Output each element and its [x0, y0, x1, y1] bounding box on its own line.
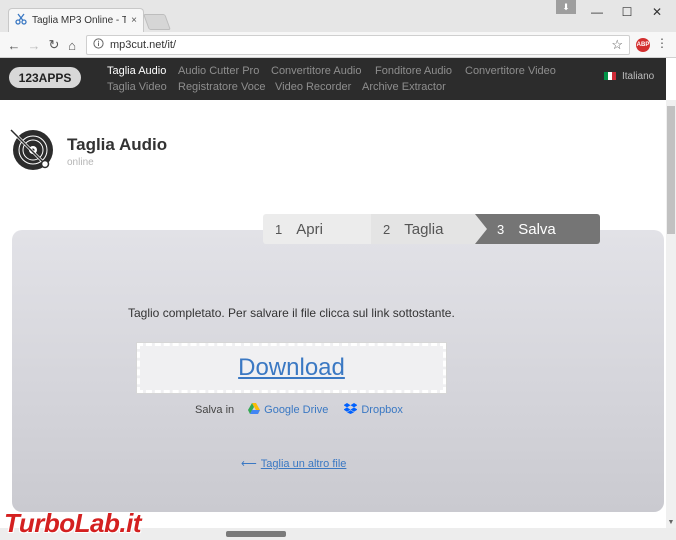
nav-link-taglia-video[interactable]: Taglia Video — [107, 81, 167, 93]
back-arrow-icon: ⟵ — [241, 458, 257, 470]
vertical-scrollbar-thumb[interactable] — [667, 106, 675, 234]
browser-menu-icon[interactable]: ⋮ — [656, 36, 668, 50]
forward-button[interactable]: → — [24, 35, 44, 55]
home-button[interactable]: ⌂ — [62, 35, 82, 55]
nav-link-registratore-voce[interactable]: Registratore Voce — [178, 81, 265, 93]
adblock-extension-icon[interactable]: ABP — [636, 38, 650, 52]
nav-link-fonditore-audio[interactable]: Fonditore Audio — [375, 65, 452, 77]
cut-another-file-link[interactable]: ⟵ Taglia un altro file — [241, 457, 347, 471]
nav-link-taglia-audio[interactable]: Taglia Audio — [107, 65, 166, 77]
tab-close-icon[interactable]: × — [131, 15, 137, 26]
step-indicator: 1 Apri 2 Taglia 3 Salva — [263, 214, 600, 244]
address-bar[interactable]: mp3cut.net/it/ ☆ — [86, 35, 630, 55]
download-box[interactable]: Download — [136, 342, 447, 394]
download-link[interactable]: Download — [238, 354, 345, 382]
site-header: 123APPS Taglia Audio Audio Cutter Pro Co… — [0, 58, 666, 100]
nav-link-convertitore-audio[interactable]: Convertitore Audio — [271, 65, 362, 77]
maximize-button[interactable]: ☐ — [612, 2, 642, 22]
scissors-icon — [15, 12, 27, 30]
step-taglia[interactable]: 2 Taglia — [371, 214, 491, 244]
profile-download-icon[interactable]: ⬇ — [556, 0, 576, 14]
step-number: 1 — [275, 221, 283, 237]
nav-link-archive-extractor[interactable]: Archive Extractor — [362, 81, 446, 93]
nav-link-convertitore-video[interactable]: Convertitore Video — [465, 65, 556, 77]
page-subtitle: online — [67, 157, 94, 168]
vertical-scrollbar[interactable] — [666, 100, 676, 528]
step-label: Apri — [296, 220, 323, 238]
dropbox-icon — [343, 403, 358, 417]
browser-tab[interactable]: Taglia MP3 Online - Taglia × — [8, 8, 144, 32]
italian-flag-icon[interactable] — [604, 72, 616, 80]
step-number: 3 — [497, 221, 505, 237]
nav-link-audio-cutter-pro[interactable]: Audio Cutter Pro — [178, 65, 259, 77]
scroll-down-arrow-icon[interactable]: ▼ — [666, 516, 676, 528]
reload-button[interactable]: ↻ — [44, 35, 64, 55]
url-text: mp3cut.net/it/ — [110, 39, 177, 51]
horizontal-scrollbar-thumb[interactable] — [226, 531, 286, 537]
close-window-button[interactable]: ✕ — [642, 2, 672, 22]
info-icon[interactable] — [93, 36, 104, 54]
page-title: Taglia Audio — [67, 135, 168, 154]
tab-title: Taglia MP3 Online - Taglia — [32, 15, 127, 26]
new-tab-button[interactable] — [143, 14, 171, 30]
step-salva[interactable]: 3 Salva — [475, 214, 600, 244]
back-button[interactable]: ← — [4, 35, 24, 55]
watermark-logo: TurboLab.it — [4, 508, 142, 538]
google-drive-label: Google Drive — [264, 404, 329, 416]
browser-tab-strip: Taglia MP3 Online - Taglia × ⬇ — ☐ ✕ — [0, 0, 676, 32]
google-drive-link[interactable]: Google Drive — [248, 403, 328, 417]
step-number: 2 — [383, 221, 391, 237]
step-apri[interactable]: 1 Apri — [263, 214, 383, 244]
completion-message: Taglio completato. Per salvare il file c… — [128, 306, 455, 320]
save-in-label: Salva in — [195, 404, 235, 416]
bookmark-star-icon[interactable]: ☆ — [611, 37, 623, 53]
step-arrow — [475, 214, 487, 244]
step-label: Taglia — [404, 220, 444, 238]
vinyl-scissors-icon — [9, 124, 57, 172]
dropbox-label: Dropbox — [361, 404, 403, 416]
nav-link-video-recorder[interactable]: Video Recorder — [275, 81, 351, 93]
cut-another-file-label: Taglia un altro file — [260, 457, 347, 470]
minimize-button[interactable]: — — [582, 2, 612, 22]
site-logo[interactable]: 123APPS — [9, 67, 81, 88]
step-label: Salva — [518, 220, 556, 238]
google-drive-icon — [248, 403, 261, 417]
language-selector[interactable]: Italiano — [622, 71, 654, 82]
save-in-row: Salva in Google Drive Dropbox — [195, 403, 413, 417]
dropbox-link[interactable]: Dropbox — [343, 403, 403, 417]
browser-toolbar: ← → ↻ ⌂ mp3cut.net/it/ ☆ ABP ⋮ — [0, 32, 676, 58]
